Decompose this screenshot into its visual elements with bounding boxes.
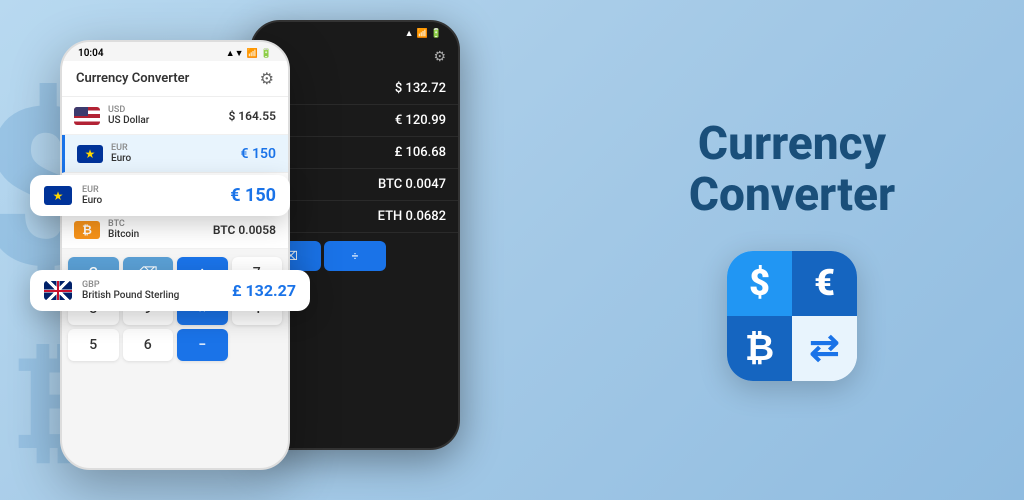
back-value-3: £ 106.68 <box>395 145 446 160</box>
currency-value-gbp: £ 132.27 <box>232 281 296 300</box>
currency-list: USD US Dollar $ 164.55 ★ EUR Euro € 150 <box>62 97 288 249</box>
currency-code-gbp: GBP <box>82 280 232 290</box>
settings-icon-dark[interactable]: ⚙ <box>433 49 446 65</box>
currency-info-eur-float: EUR Euro <box>82 185 230 206</box>
currency-code-eur-float: EUR <box>82 185 230 195</box>
back-key-divide[interactable]: ÷ <box>324 241 387 271</box>
settings-icon-light[interactable]: ⚙ <box>260 69 274 88</box>
currency-row-usd[interactable]: USD US Dollar $ 164.55 <box>62 97 288 135</box>
app-title: Currency Converter <box>76 71 189 86</box>
currency-value-eur: € 150 <box>241 146 276 162</box>
heading-line1: Currency <box>689 119 895 170</box>
status-bar-light: 10:04 ▲▼ 📶 🔋 <box>62 42 288 61</box>
currency-name-gbp: British Pound Sterling <box>82 290 232 301</box>
currency-value-eur-float: € 150 <box>230 185 276 206</box>
currency-info-btc: BTC Bitcoin <box>108 219 213 240</box>
heading-line2: Converter <box>689 170 895 221</box>
key-6[interactable]: 6 <box>123 329 174 361</box>
currency-row-btc[interactable]: ₿ BTC Bitcoin BTC 0.0058 <box>62 211 288 249</box>
app-heading: Currency Converter <box>689 119 895 220</box>
key-5[interactable]: 5 <box>68 329 119 361</box>
currency-code-eur: EUR <box>111 143 241 153</box>
status-bar-dark: ▲ 📶 🔋 <box>252 22 458 41</box>
currency-info-eur: EUR Euro <box>111 143 241 164</box>
status-icons-light: ▲▼ 📶 🔋 <box>226 48 272 59</box>
currency-name-eur: Euro <box>111 153 241 164</box>
status-icons-dark: ▲ 📶 🔋 <box>405 28 442 39</box>
right-area: Currency Converter $ € ₿ ⇄ <box>560 0 1024 500</box>
icon-euro: € <box>792 251 857 316</box>
flag-eur-float: ★ <box>44 186 72 205</box>
currency-name-eur-float: Euro <box>82 195 230 206</box>
currency-value-usd: $ 164.55 <box>228 109 276 123</box>
eur-floating-card[interactable]: ★ EUR Euro € 150 <box>30 175 290 216</box>
flag-eur: ★ <box>77 145 103 163</box>
key-minus[interactable]: − <box>177 329 228 361</box>
gbp-floating-card[interactable]: GBP British Pound Sterling £ 132.27 <box>30 270 310 311</box>
icon-arrows: ⇄ <box>792 316 857 381</box>
back-value-2: € 120.99 <box>395 113 446 128</box>
currency-name-usd: US Dollar <box>108 115 228 126</box>
back-value-1: $ 132.72 <box>395 81 446 96</box>
flag-usd <box>74 107 100 125</box>
app-icon: $ € ₿ ⇄ <box>727 251 857 381</box>
currency-code-usd: USD <box>108 105 228 115</box>
currency-row-eur[interactable]: ★ EUR Euro € 150 <box>62 135 288 173</box>
back-value-5: ETH 0.0682 <box>378 209 446 224</box>
flag-btc: ₿ <box>74 221 100 239</box>
time-light: 10:04 <box>78 48 104 59</box>
flag-gbp <box>44 281 72 300</box>
icon-dollar: $ <box>727 251 792 316</box>
icon-bitcoin: ₿ <box>727 316 792 381</box>
currency-info-gbp: GBP British Pound Sterling <box>82 280 232 301</box>
currency-value-btc: BTC 0.0058 <box>213 223 276 237</box>
currency-code-btc: BTC <box>108 219 213 229</box>
phones-area: ▲ 📶 🔋 ⚙ $ 132.72 € 120.99 £ 106.68 BTC 0… <box>0 0 560 500</box>
app-header: Currency Converter ⚙ <box>62 61 288 97</box>
phone-front: 10:04 ▲▼ 📶 🔋 Currency Converter ⚙ USD US <box>60 40 290 470</box>
back-value-4: BTC 0.0047 <box>378 177 446 192</box>
currency-name-btc: Bitcoin <box>108 229 213 240</box>
currency-info-usd: USD US Dollar <box>108 105 228 126</box>
main-layout: ▲ 📶 🔋 ⚙ $ 132.72 € 120.99 £ 106.68 BTC 0… <box>0 0 1024 500</box>
